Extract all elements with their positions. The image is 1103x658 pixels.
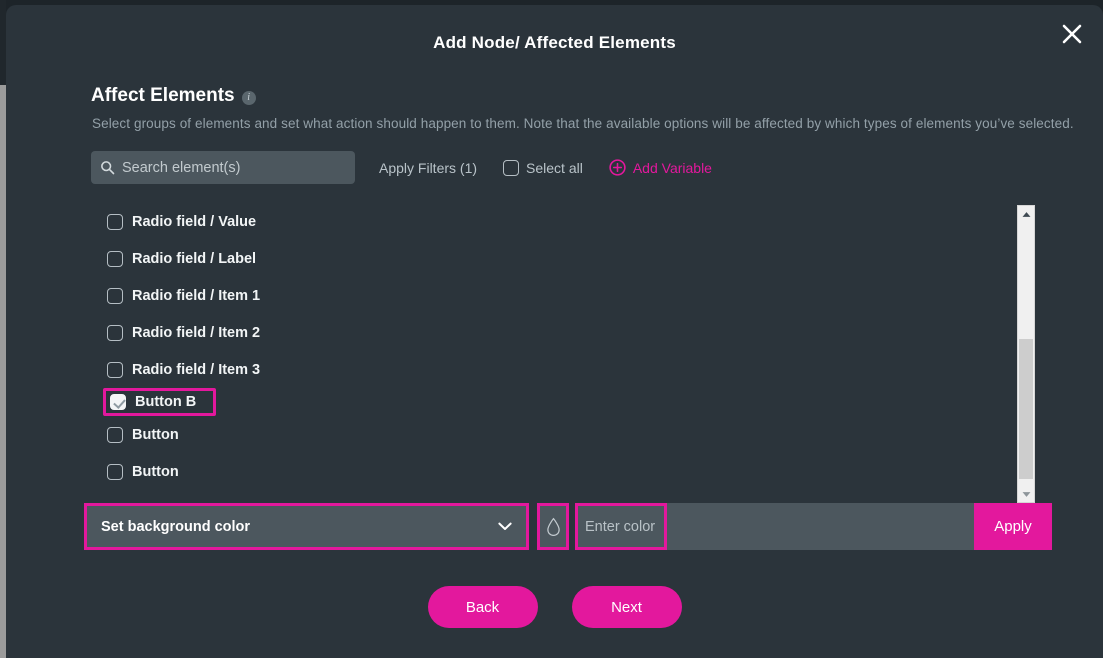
color-input-wrapper[interactable] xyxy=(575,503,667,550)
add-node-modal: Add Node/ Affected Elements Affect Eleme… xyxy=(6,5,1103,658)
list-item-label: Button xyxy=(132,426,179,443)
list-item[interactable]: Radio field / Value xyxy=(91,203,1021,240)
list-item-label: Radio field / Item 3 xyxy=(132,361,261,378)
list-toolbar: Apply Filters (1) Select all Add Variabl… xyxy=(91,151,712,184)
search-icon xyxy=(101,161,115,175)
modal-header: Add Node/ Affected Elements xyxy=(6,5,1103,77)
modal-footer: Back Next xyxy=(6,586,1103,628)
plus-circle-icon xyxy=(609,159,626,176)
list-item[interactable]: Button xyxy=(91,416,1021,453)
list-item[interactable]: Button xyxy=(91,453,1021,490)
list-item[interactable]: Radio field / Label xyxy=(91,240,1021,277)
element-checkbox[interactable] xyxy=(107,361,123,378)
info-icon[interactable]: i xyxy=(241,91,256,105)
chevron-down-icon xyxy=(498,522,512,530)
action-select[interactable]: Set background color xyxy=(84,503,529,550)
element-checkbox[interactable] xyxy=(107,287,123,304)
action-select-value: Set background color xyxy=(101,518,251,535)
list-item-label: Radio field / Item 2 xyxy=(132,324,261,341)
element-list: Radio field / Value Radio field / Label Ra… xyxy=(91,203,1021,503)
list-item-label: Radio field / Label xyxy=(132,250,257,267)
action-bar: Set background color Apply xyxy=(84,503,1052,550)
list-item[interactable]: Button B xyxy=(103,388,216,416)
close-icon xyxy=(1062,24,1082,44)
chevron-up-icon xyxy=(1022,211,1030,217)
element-checkbox[interactable] xyxy=(107,426,123,443)
scrollbar-up-button[interactable] xyxy=(1018,206,1034,222)
select-all-checkbox[interactable] xyxy=(503,159,520,176)
element-checkbox[interactable] xyxy=(107,250,123,267)
list-item-label: Radio field / Item 1 xyxy=(132,287,261,304)
list-scrollbar[interactable] xyxy=(1017,205,1035,503)
search-input[interactable] xyxy=(122,159,337,176)
back-button[interactable]: Back xyxy=(427,586,538,628)
page-title: Add Node/ Affected Elements xyxy=(433,33,676,52)
droplet-icon xyxy=(546,517,560,536)
close-button[interactable] xyxy=(1055,17,1089,51)
color-input[interactable] xyxy=(585,518,657,535)
section-title: Affect Elements xyxy=(91,85,235,106)
section-heading: Affect Elements i xyxy=(91,85,256,107)
list-item-label: Button xyxy=(132,463,179,480)
element-checkbox[interactable] xyxy=(107,463,123,480)
element-checkbox[interactable] xyxy=(107,213,123,230)
apply-filters-button[interactable]: Apply Filters (1) xyxy=(379,160,477,176)
select-all-control[interactable]: Select all xyxy=(503,159,583,176)
element-checkbox[interactable] xyxy=(110,394,126,410)
list-item-label: Radio field / Value xyxy=(132,213,257,230)
section-subtitle: Select groups of elements and set what a… xyxy=(92,116,1074,131)
next-button[interactable]: Next xyxy=(571,586,682,628)
element-checkbox[interactable] xyxy=(107,324,123,341)
apply-button[interactable]: Apply xyxy=(974,503,1052,550)
scrollbar-thumb[interactable] xyxy=(1019,339,1033,479)
select-all-label: Select all xyxy=(526,159,583,176)
add-variable-button[interactable]: Add Variable xyxy=(609,159,712,176)
list-item-label: Button B xyxy=(135,394,197,410)
list-item[interactable]: Radio field / Item 3 xyxy=(91,351,1021,388)
list-item[interactable]: Radio field / Item 2 xyxy=(91,314,1021,351)
scrollbar-down-button[interactable] xyxy=(1018,486,1034,502)
action-bar-filler xyxy=(667,503,974,550)
chevron-down-icon xyxy=(1022,491,1030,497)
list-item[interactable]: Radio field / Item 1 xyxy=(91,277,1021,314)
add-variable-label: Add Variable xyxy=(632,159,712,176)
search-box[interactable] xyxy=(91,151,355,184)
color-picker-button[interactable] xyxy=(537,503,569,550)
